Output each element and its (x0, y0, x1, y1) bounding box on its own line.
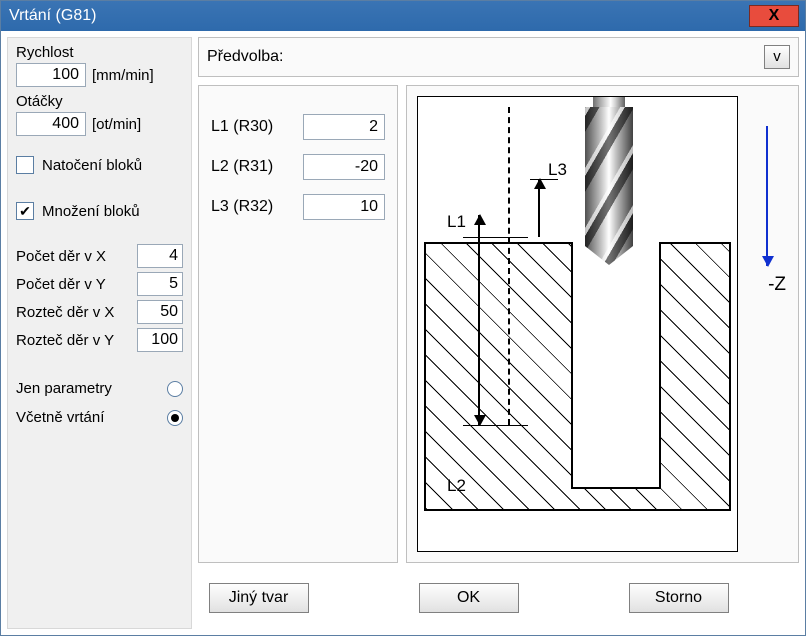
preset-box: Předvolba: v (198, 37, 799, 77)
titlebar: Vrtání (G81) X (1, 1, 805, 31)
params-box: L1 (R30) L2 (R31) L3 (R32) (198, 85, 398, 563)
diagram-l2-label: L2 (447, 476, 466, 496)
holes-y-label: Počet děr v Y (16, 276, 106, 293)
rotate-blocks-checkbox[interactable] (16, 156, 34, 174)
preset-label: Předvolba: (207, 48, 758, 66)
holes-x-input[interactable] (137, 244, 183, 268)
multiply-blocks-checkbox[interactable] (16, 202, 34, 220)
l1-label: L1 (R30) (211, 118, 273, 136)
rotate-blocks-label: Natočení bloků (42, 157, 142, 174)
radio-params-label: Jen parametry (16, 380, 112, 397)
speed-input[interactable] (16, 63, 86, 87)
z-axis-label: -Z (768, 274, 786, 296)
diagram-l1-label: L1 (447, 212, 466, 232)
holes-x-label: Počet děr v X (16, 248, 106, 265)
pitch-x-label: Rozteč děr v X (16, 304, 114, 321)
radio-full[interactable] (167, 410, 183, 426)
pitch-y-input[interactable] (137, 328, 183, 352)
pitch-x-input[interactable] (137, 300, 183, 324)
diagram-l3-label: L3 (548, 160, 567, 180)
l3-input[interactable] (303, 194, 385, 220)
arrow-dashed (508, 107, 510, 425)
arrow-l3 (538, 179, 540, 237)
ok-button[interactable]: OK (419, 583, 519, 613)
cancel-button[interactable]: Storno (629, 583, 729, 613)
l2-input[interactable] (303, 154, 385, 180)
rpm-input[interactable] (16, 112, 86, 136)
z-axis-arrow (766, 126, 768, 266)
preset-dropdown-button[interactable]: v (764, 45, 790, 69)
content-area: Rychlost [mm/min] Otáčky [ot/min] Natoče… (1, 31, 805, 635)
drilling-dialog: Vrtání (G81) X Rychlost [mm/min] Otáčky … (0, 0, 806, 636)
drill-hole (571, 242, 661, 489)
speed-unit: [mm/min] (92, 67, 154, 84)
left-panel: Rychlost [mm/min] Otáčky [ot/min] Natoče… (7, 37, 192, 629)
right-area: Předvolba: v L1 (R30) L2 (R31) L3 (R32) (198, 37, 799, 629)
window-title: Vrtání (G81) (9, 7, 749, 25)
pitch-y-label: Rozteč děr v Y (16, 332, 114, 349)
rpm-unit: [ot/min] (92, 116, 141, 133)
diagram-box: L1 L2 L3 -Z (406, 85, 799, 563)
l3-label: L3 (R32) (211, 198, 273, 216)
radio-params[interactable] (167, 381, 183, 397)
diagram-inner: L1 L2 L3 (417, 96, 738, 552)
button-row: Jiný tvar OK Storno (138, 571, 799, 629)
close-button[interactable]: X (749, 5, 799, 27)
speed-label: Rychlost (16, 44, 183, 61)
middle-row: L1 (R30) L2 (R31) L3 (R32) (198, 85, 799, 563)
l1-input[interactable] (303, 114, 385, 140)
workpiece-hatch (424, 242, 731, 511)
radio-full-label: Včetně vrtání (16, 409, 104, 426)
arrow-l1-l2 (478, 215, 480, 425)
rpm-label: Otáčky (16, 93, 183, 110)
holes-y-input[interactable] (137, 272, 183, 296)
other-shape-button[interactable]: Jiný tvar (209, 583, 309, 613)
l2-label: L2 (R31) (211, 158, 273, 176)
multiply-blocks-label: Množení bloků (42, 203, 140, 220)
